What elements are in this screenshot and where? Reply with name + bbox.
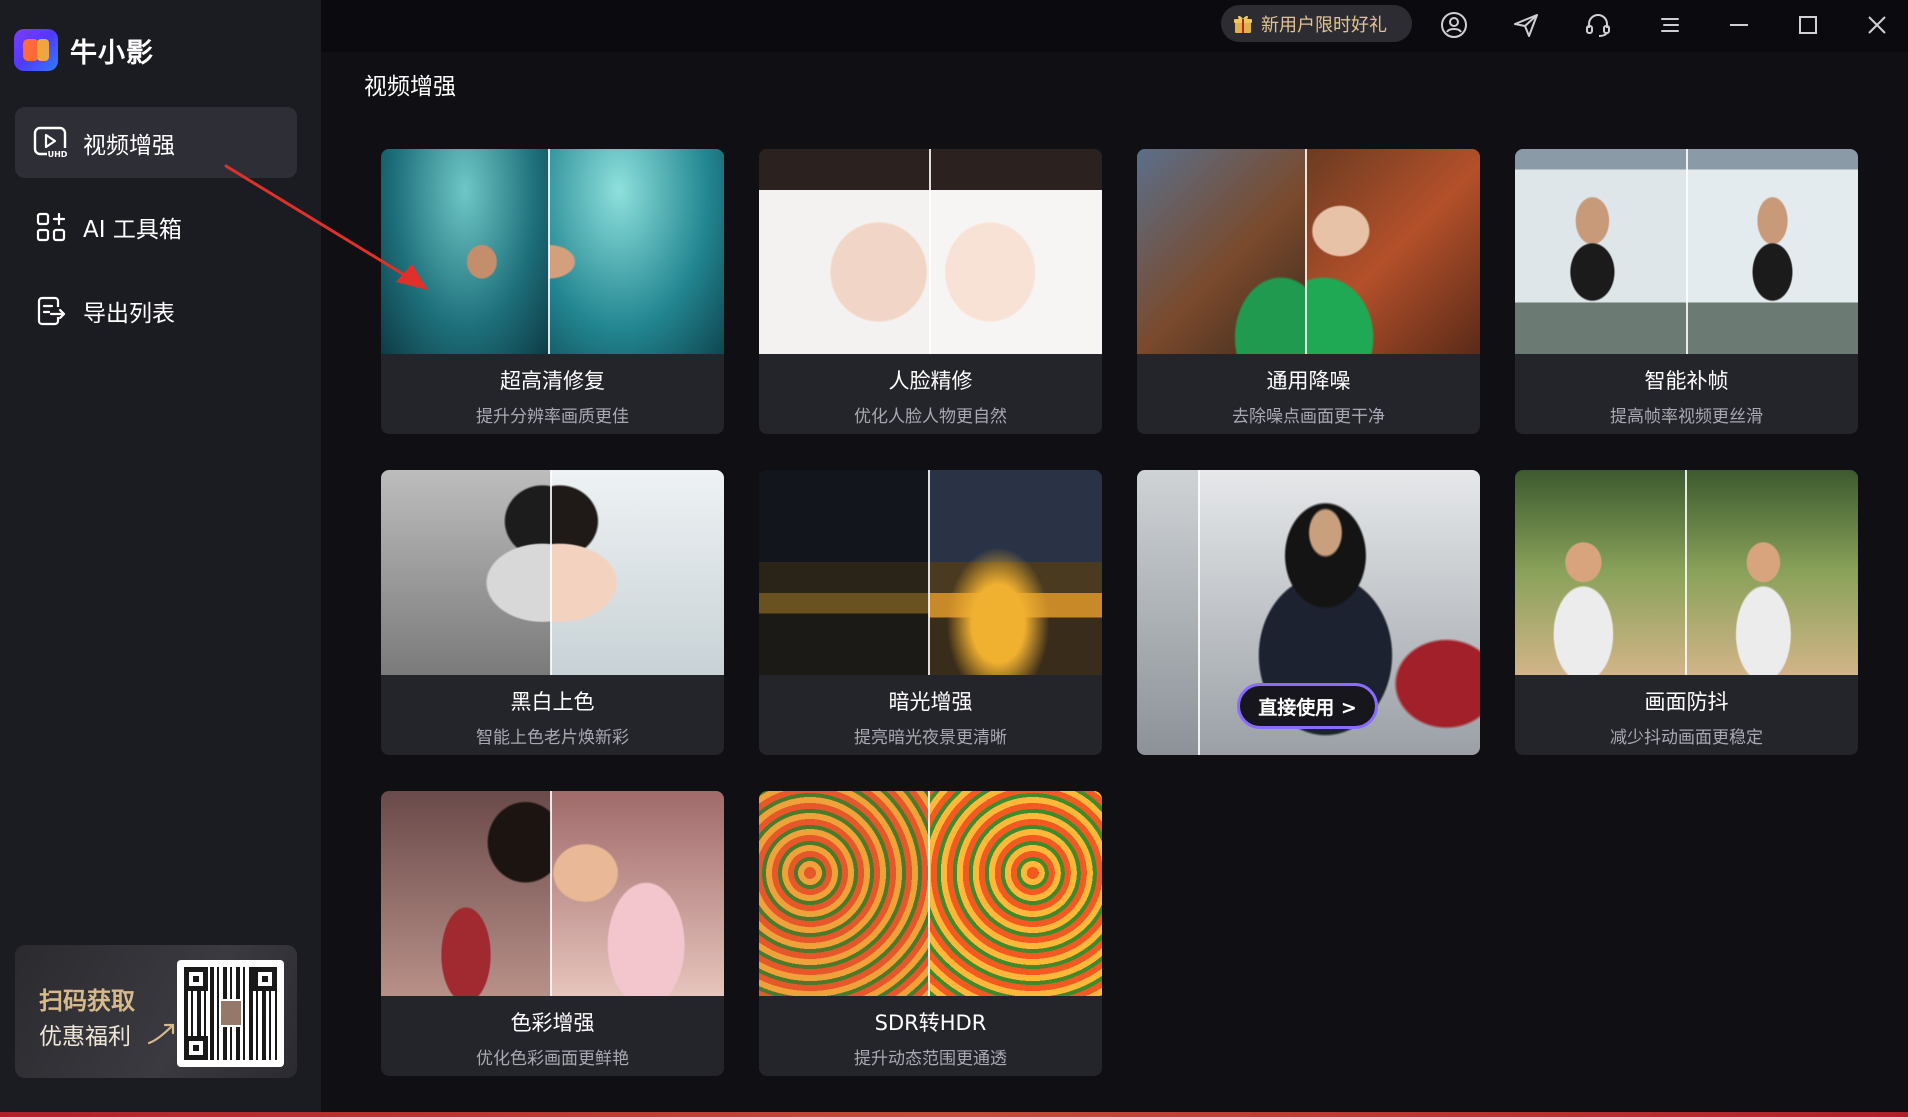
user-icon[interactable] [1438,9,1470,41]
card-title: 人脸精修 [888,369,973,393]
card-subtitle: 提高帧率视频更丝滑 [1610,407,1763,427]
qr-avatar [219,999,243,1027]
card-frame-interpolation[interactable]: 智能补帧 提高帧率视频更丝滑 [1515,149,1858,434]
card-sdr-to-hdr[interactable]: SDR转HDR 提升动态范围更通透 [759,791,1102,1076]
close-icon[interactable] [1861,9,1893,41]
card-thumbnail [1137,149,1480,354]
card-subtitle: 去除噪点画面更干净 [1232,407,1385,427]
minimize-icon[interactable] [1723,9,1755,41]
card-title: 色彩增强 [510,1011,595,1035]
new-user-gift-button[interactable]: 新用户限时好礼 [1221,5,1412,42]
send-icon[interactable] [1510,9,1542,41]
card-denoise[interactable]: 通用降噪 去除噪点画面更干净 [1137,149,1480,434]
qr-code [177,960,284,1067]
card-title: 画面防抖 [1644,690,1729,714]
annotation-arrow-icon [224,164,428,290]
card-thumbnail [1515,470,1858,675]
card-title: 暗光增强 [888,690,973,714]
promo-subtitle: 优惠福利 [39,1024,131,1050]
page-title: 视频增强 [364,74,456,100]
promo-banner[interactable]: 扫码获取 优惠福利 [15,945,297,1078]
card-subtitle: 提亮暗光夜景更清晰 [854,728,1007,748]
card-colorize[interactable]: 黑白上色 智能上色老片焕新彩 [381,470,724,755]
sidebar-item-label: AI 工具箱 [83,216,182,243]
gift-label: 新用户限时好礼 [1261,14,1387,36]
use-now-button[interactable]: 直接使用 > [1237,683,1378,729]
card-thumbnail [381,470,724,675]
card-title: 通用降噪 [1266,369,1351,393]
card-thumbnail [1515,149,1858,354]
title-bar: 新用户限时好礼 [321,0,1908,52]
maximize-icon[interactable] [1792,9,1824,41]
app-logo: 牛小影 [14,29,154,71]
card-thumbnail [759,149,1102,354]
card-subtitle: 减少抖动画面更稳定 [1610,728,1763,748]
sidebar-item-label: 导出列表 [83,300,175,327]
card-thumbnail [759,791,1102,996]
headset-icon[interactable] [1582,9,1614,41]
card-subtitle: 提升动态范围更通透 [854,1049,1007,1069]
uhd-video-icon: UHD [33,125,69,161]
card-color-enhance[interactable]: 色彩增强 优化色彩画面更鲜艳 [381,791,724,1076]
card-stabilize[interactable]: 画面防抖 减少抖动画面更稳定 [1515,470,1858,755]
promo-title: 扫码获取 [39,987,135,1015]
card-title: 黑白上色 [510,690,595,714]
uhd-badge: UHD [48,150,68,159]
card-title: SDR转HDR [874,1011,987,1035]
card-title: 超高清修复 [500,369,605,393]
bottom-strip [0,1112,1908,1117]
promo-arrow-icon [147,1023,175,1045]
card-subtitle: 优化人脸人物更自然 [854,407,1007,427]
card-face-retouch[interactable]: 人脸精修 优化人脸人物更自然 [759,149,1102,434]
gift-icon [1234,15,1252,33]
card-subtitle: 智能上色老片焕新彩 [476,728,629,748]
toolbox-grid-icon [33,209,69,245]
menu-icon[interactable] [1654,9,1686,41]
card-thumbnail [759,470,1102,675]
card-thumbnail [381,791,724,996]
export-list-icon [33,293,69,329]
card-subtitle: 优化色彩画面更鲜艳 [476,1049,629,1069]
card-subtitle: 提升分辨率画质更佳 [476,407,629,427]
app-name: 牛小影 [70,37,154,69]
card-low-light[interactable]: 暗光增强 提亮暗光夜景更清晰 [759,470,1102,755]
sidebar-item-label: 视频增强 [83,132,175,159]
card-title: 智能补帧 [1644,369,1729,393]
app-logo-icon [14,29,58,71]
